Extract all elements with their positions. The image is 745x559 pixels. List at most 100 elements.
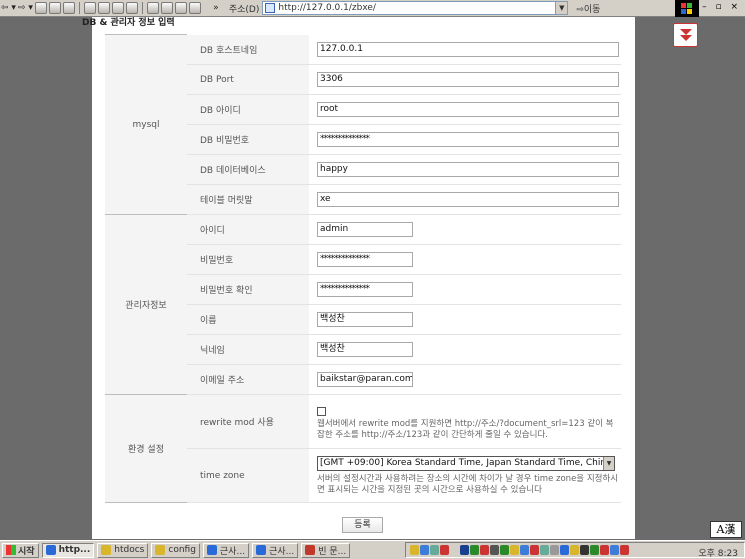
- tray-icon[interactable]: [610, 545, 619, 555]
- tray-icon[interactable]: [590, 545, 599, 555]
- forward-button[interactable]: ⇨ ▾: [18, 2, 33, 15]
- field-label: DB 아이디: [187, 94, 309, 125]
- tray-icon[interactable]: [560, 545, 569, 555]
- form-row: 관리자정보 아이디 admin: [105, 214, 621, 395]
- go-button[interactable]: ⇨이동: [576, 2, 600, 15]
- field-cell: 웹서버에서 rewrite mod를 지원하면 http://주소/?docum…: [309, 394, 621, 449]
- tray-icon[interactable]: [440, 545, 449, 555]
- tray-icon[interactable]: [430, 545, 439, 555]
- field-label: 아이디: [187, 214, 309, 245]
- messenger-icon[interactable]: [188, 2, 201, 14]
- toolbar-separator: [141, 2, 143, 14]
- taskbar-item[interactable]: 근사...: [252, 542, 299, 558]
- ie-icon: [256, 545, 267, 555]
- db-port-input[interactable]: 3306: [317, 72, 619, 87]
- admin-email-input[interactable]: baikstar@paran.com: [317, 372, 413, 387]
- field-cell: 백성찬: [309, 304, 621, 335]
- tray-icon[interactable]: [570, 545, 579, 555]
- tray-icon[interactable]: [410, 545, 419, 555]
- history-icon[interactable]: [125, 2, 138, 14]
- taskbar-item[interactable]: 빈 문...: [301, 542, 351, 558]
- home-icon[interactable]: [62, 2, 75, 14]
- toolbar-overflow-button[interactable]: »: [210, 2, 222, 15]
- tray-icon[interactable]: [580, 545, 589, 555]
- start-label: 시작: [18, 546, 35, 557]
- field-cell: 백성찬: [309, 334, 621, 365]
- field-label: 비밀번호 확인: [187, 274, 309, 305]
- db-hostname-input[interactable]: 127.0.0.1: [317, 41, 619, 57]
- group-label-admin: 관리자정보: [105, 214, 187, 395]
- db-table-prefix-input[interactable]: xe: [317, 192, 619, 207]
- ime-indicator[interactable]: A漢: [710, 521, 742, 538]
- field-cell: 3306: [309, 64, 621, 95]
- taskbar-item[interactable]: htdocs: [97, 542, 149, 558]
- taskbar: 시작 http... htdocs config 근사... 근사... 빈 문…: [0, 540, 745, 559]
- mail-icon[interactable]: [146, 2, 159, 14]
- field-label: DB Port: [187, 64, 309, 95]
- admin-nickname-input[interactable]: 백성찬: [317, 342, 413, 357]
- field-cell: root: [309, 94, 621, 125]
- field-cell: 127.0.0.1: [309, 34, 621, 65]
- taskbar-item[interactable]: config: [151, 542, 200, 558]
- tray-icon[interactable]: [460, 545, 469, 555]
- taskbar-item-label: 근사...: [219, 546, 246, 557]
- db-database-input[interactable]: happy: [317, 162, 619, 177]
- group-label-environment: 환경 설정: [105, 394, 187, 503]
- print-icon[interactable]: [160, 2, 173, 14]
- favorites-icon[interactable]: [97, 2, 110, 14]
- admin-id-input[interactable]: admin: [317, 222, 413, 237]
- search-icon[interactable]: [83, 2, 96, 14]
- tray-icon[interactable]: [550, 545, 559, 555]
- timezone-description: 서버의 설정시간과 사용하려는 장소의 시간에 차이가 날 경우 time zo…: [317, 473, 619, 495]
- start-button[interactable]: 시작: [2, 542, 39, 558]
- page-title: DB & 관리자 정보 입력: [82, 18, 175, 28]
- refresh-icon[interactable]: [48, 2, 61, 14]
- edit-icon[interactable]: [174, 2, 187, 14]
- taskbar-item[interactable]: http...: [41, 542, 95, 558]
- admin-password-confirm-input[interactable]: **************: [317, 282, 413, 297]
- field-label: 비밀번호: [187, 244, 309, 275]
- taskbar-item-label: 빈 문...: [318, 546, 347, 557]
- admin-name-input[interactable]: 백성찬: [317, 312, 413, 327]
- stop-icon[interactable]: [34, 2, 47, 14]
- db-user-input[interactable]: root: [317, 102, 619, 117]
- tray-icon[interactable]: [620, 545, 629, 555]
- tray-icon[interactable]: [470, 545, 479, 555]
- scroll-down-button[interactable]: [673, 23, 698, 47]
- tray-icon[interactable]: [530, 545, 539, 555]
- tray-icon[interactable]: [600, 545, 609, 555]
- taskbar-item-label: config: [168, 545, 196, 555]
- tray-icon[interactable]: [540, 545, 549, 555]
- field-label: 닉네임: [187, 334, 309, 365]
- field-label: DB 데이터베이스: [187, 154, 309, 185]
- system-tray: 오후 8:23: [405, 542, 745, 559]
- taskbar-item-label: 근사...: [269, 546, 295, 557]
- back-button[interactable]: ⇦ ▾: [1, 2, 16, 15]
- window-controls[interactable]: – ▫ ×: [702, 2, 741, 12]
- address-dropdown-icon[interactable]: ▼: [555, 2, 568, 14]
- field-cell: xe: [309, 184, 621, 215]
- tray-icon[interactable]: [480, 545, 489, 555]
- address-bar[interactable]: http://127.0.0.1/zbxe/ ▼: [262, 1, 569, 15]
- chevron-down-icon[interactable]: ▼: [603, 456, 614, 470]
- tray-icon[interactable]: [420, 545, 429, 555]
- field-cell: **************: [309, 124, 621, 155]
- form-row: mysql DB 호스트네임 127.0.0.1: [105, 34, 621, 215]
- start-flag-icon: [6, 545, 16, 555]
- tray-icon[interactable]: [520, 545, 529, 555]
- media-icon[interactable]: [111, 2, 124, 14]
- rewrite-mod-checkbox[interactable]: [317, 406, 326, 416]
- tray-icon[interactable]: [510, 545, 519, 555]
- address-url[interactable]: http://127.0.0.1/zbxe/: [278, 3, 555, 13]
- field-label: 이메일 주소: [187, 364, 309, 395]
- document-icon: [305, 545, 316, 555]
- tray-icon[interactable]: [490, 545, 499, 555]
- taskbar-item[interactable]: 근사...: [202, 542, 250, 558]
- admin-password-input[interactable]: **************: [317, 252, 413, 267]
- tray-icon[interactable]: [500, 545, 509, 555]
- submit-button[interactable]: 등록: [342, 517, 383, 533]
- db-password-input[interactable]: **************: [317, 132, 619, 147]
- timezone-select[interactable]: [GMT +09:00] Korea Standard Time, Japan …: [317, 455, 615, 471]
- field-cell: [GMT +09:00] Korea Standard Time, Japan …: [309, 448, 621, 503]
- field-cell: admin: [309, 214, 621, 245]
